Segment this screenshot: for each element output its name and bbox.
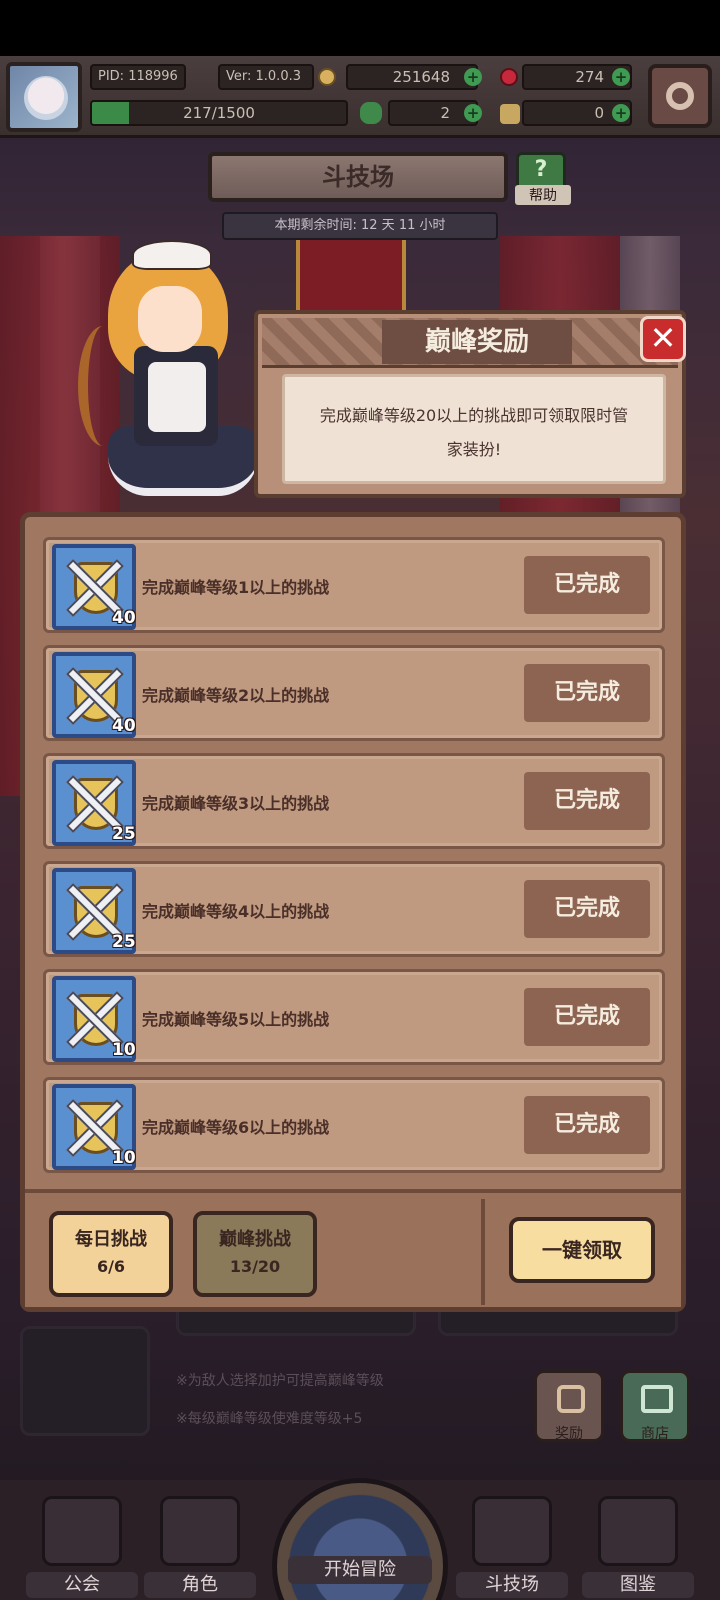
red-gem-icon (500, 68, 518, 86)
dialog-title-bar: 巅峰奖励 (262, 318, 678, 368)
top-status-bar: PID: 118996 Ver: 1.0.0.3 251648 + 274 + … (0, 56, 720, 138)
task-description: 完成巅峰等级5以上的挑战 (142, 1010, 330, 1029)
tab-daily-challenge[interactable]: 每日挑战 6/6 (49, 1211, 173, 1297)
reward-count: 25 (112, 824, 136, 844)
note-line: ※每级巅峰等级使难度等级+5 (176, 1411, 363, 1427)
avatar-face (24, 76, 68, 120)
stamina-text: 217/1500 (183, 104, 255, 122)
shop-icon (641, 1385, 673, 1413)
chest-icon (557, 1385, 585, 1413)
dialog-description: 完成巅峰等级20以上的挑战即可领取限时管家装扮! (282, 374, 666, 484)
shop-button[interactable]: 商店 (620, 1370, 690, 1442)
panel-footer: 每日挑战 6/6 巅峰挑战 13/20 一键领取 (25, 1189, 681, 1307)
gold-coin-icon (318, 68, 336, 86)
nav-start-adventure[interactable]: 开始冒险 (272, 1478, 448, 1600)
task-description: 完成巅峰等级1以上的挑战 (142, 578, 330, 597)
close-icon[interactable]: ✕ (640, 316, 686, 362)
background-slot (20, 1326, 150, 1436)
crossed-swords-icon (472, 1496, 552, 1566)
task-row: 25 完成巅峰等级4以上的挑战 已完成 (43, 861, 665, 957)
nav-adventure-label: 开始冒险 (288, 1556, 432, 1584)
add-clover-plus-icon[interactable]: + (464, 104, 482, 122)
task-row: 40 完成巅峰等级2以上的挑战 已完成 (43, 645, 665, 741)
tab-summit-label: 巅峰挑战 (219, 1229, 291, 1250)
help-label: 帮助 (515, 185, 571, 205)
task-description: 完成巅峰等级2以上的挑战 (142, 686, 330, 705)
note-line: ※为敌人选择加护可提高巅峰等级 (176, 1373, 384, 1389)
reward-button-label: 奖励 (555, 1426, 583, 1442)
task-description: 完成巅峰等级6以上的挑战 (142, 1118, 330, 1137)
clover-icon (360, 102, 382, 124)
shop-button-label: 商店 (641, 1426, 669, 1442)
help-button[interactable]: ? 帮助 (515, 152, 571, 205)
reward-count: 40 (112, 716, 136, 736)
settings-gear-icon (666, 82, 694, 110)
tab-summit-progress: 13/20 (229, 1257, 281, 1276)
completed-badge: 已完成 (524, 1096, 650, 1154)
nav-arena-label: 斗技场 (456, 1572, 568, 1598)
tab-daily-progress: 6/6 (96, 1257, 126, 1276)
reward-button[interactable]: 奖励 (534, 1370, 604, 1442)
help-icon: ? (534, 157, 548, 182)
nav-codex-label: 图鉴 (582, 1572, 694, 1598)
completed-badge: 已完成 (524, 880, 650, 938)
nav-character-label: 角色 (144, 1572, 256, 1598)
ticket-icon (500, 104, 520, 124)
reward-count: 25 (112, 932, 136, 952)
task-row: 10 完成巅峰等级6以上的挑战 已完成 (43, 1077, 665, 1173)
footer-divider (481, 1199, 485, 1305)
task-description: 完成巅峰等级3以上的挑战 (142, 794, 330, 813)
codex-icon (598, 1496, 678, 1566)
add-gem-plus-icon[interactable]: + (612, 68, 630, 86)
task-row: 10 完成巅峰等级5以上的挑战 已完成 (43, 969, 665, 1065)
gold-amount: 251648 (346, 64, 478, 90)
add-gold-plus-icon[interactable]: + (464, 68, 482, 86)
summit-reward-dialog: 巅峰奖励 ✕ 完成巅峰等级20以上的挑战即可领取限时管家装扮! (254, 310, 686, 498)
dialog-title: 巅峰奖励 (382, 320, 572, 364)
add-ticket-plus-icon[interactable]: + (612, 104, 630, 122)
task-row: 40 完成巅峰等级1以上的挑战 已完成 (43, 537, 665, 633)
completed-badge: 已完成 (524, 664, 650, 722)
completed-badge: 已完成 (524, 556, 650, 614)
nav-codex[interactable]: 图鉴 (582, 1496, 694, 1598)
character-maid-cap (132, 240, 212, 270)
reward-count: 40 (112, 608, 136, 628)
claim-all-button[interactable]: 一键领取 (509, 1217, 655, 1283)
completed-badge: 已完成 (524, 988, 650, 1046)
stamina-fill (92, 102, 129, 124)
player-id: PID: 118996 (90, 64, 186, 90)
reward-count: 10 (112, 1148, 136, 1168)
task-row: 25 完成巅峰等级3以上的挑战 已完成 (43, 753, 665, 849)
arena-notes: ※为敌人选择加护可提高巅峰等级 ※每级巅峰等级使难度等级+5 (176, 1370, 506, 1450)
settings-button[interactable] (648, 64, 712, 128)
tab-summit-challenge[interactable]: 巅峰挑战 13/20 (193, 1211, 317, 1297)
nav-arena[interactable]: 斗技场 (456, 1496, 568, 1598)
completed-badge: 已完成 (524, 772, 650, 830)
summit-task-panel: 40 完成巅峰等级1以上的挑战 已完成 40 完成巅峰等级2以上的挑战 已完成 … (20, 512, 686, 1312)
maid-character-illustration (78, 236, 278, 516)
nav-guild-label: 公会 (26, 1572, 138, 1598)
character-icon (160, 1496, 240, 1566)
stamina-bar: 217/1500 (90, 100, 348, 126)
player-avatar[interactable] (6, 62, 82, 132)
page-title: 斗技场 (208, 152, 508, 202)
character-apron (148, 362, 206, 432)
tab-daily-label: 每日挑战 (75, 1229, 147, 1250)
nav-character[interactable]: 角色 (144, 1496, 256, 1598)
task-description: 完成巅峰等级4以上的挑战 (142, 902, 330, 921)
reward-count: 10 (112, 1040, 136, 1060)
guild-icon (42, 1496, 122, 1566)
character-face (138, 286, 202, 352)
game-version: Ver: 1.0.0.3 (218, 64, 314, 90)
nav-guild[interactable]: 公会 (26, 1496, 138, 1598)
